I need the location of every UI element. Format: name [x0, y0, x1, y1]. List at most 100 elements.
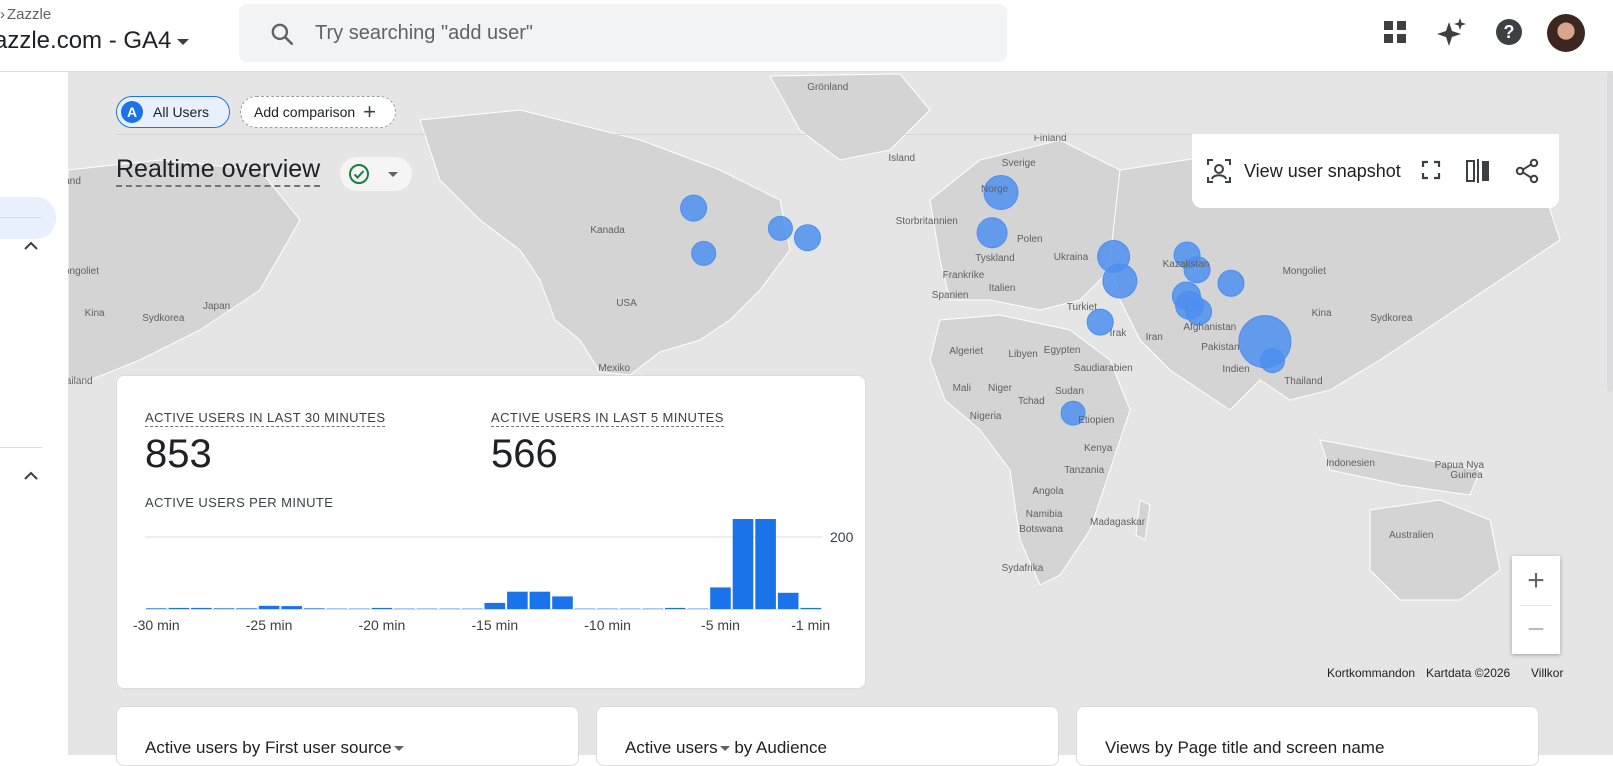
user-location-bubble[interactable] — [1218, 270, 1244, 296]
map-label: Nigeria — [970, 411, 1002, 422]
caret-down-icon[interactable] — [720, 746, 730, 751]
keyboard-shortcuts-link[interactable]: Kortkommandon — [1327, 666, 1415, 680]
map-label: Thailand — [68, 376, 93, 387]
page-title[interactable]: Realtime overview — [116, 155, 320, 187]
caret-down-icon — [388, 172, 398, 177]
report-status-menu[interactable] — [340, 157, 412, 191]
nav-divider — [0, 217, 42, 218]
view-user-snapshot-button[interactable]: View user snapshot — [1244, 161, 1401, 182]
metric-selector[interactable]: Active users — [625, 738, 718, 757]
card-title[interactable]: Active users by Audience — [625, 738, 827, 758]
chart-bar[interactable] — [665, 608, 686, 609]
map-label: Mali — [953, 383, 971, 394]
page-scrollbar[interactable] — [1607, 72, 1613, 392]
breadcrumb-account: Zazzle — [7, 6, 51, 23]
help-icon[interactable]: ? — [1493, 16, 1525, 48]
x-axis-tick-label: -25 min — [246, 617, 293, 633]
map-label: Frankrike — [943, 270, 985, 281]
chart-bar[interactable] — [800, 608, 821, 609]
asia-wrap-shape — [68, 160, 300, 380]
plus-icon: + — [363, 101, 376, 123]
chart-bar[interactable] — [485, 603, 506, 609]
chart-bar[interactable] — [733, 519, 754, 609]
chart-bar[interactable] — [259, 606, 280, 609]
search-icon — [269, 21, 295, 47]
map-label: Italien — [989, 283, 1016, 294]
user-location-bubble[interactable] — [1186, 299, 1212, 325]
add-comparison-button[interactable]: Add comparison + — [240, 96, 396, 128]
chart-bar[interactable] — [710, 587, 731, 609]
chart-bar[interactable] — [552, 596, 573, 609]
share-icon[interactable] — [1514, 158, 1540, 184]
chart-bar[interactable] — [281, 606, 302, 609]
map-label: Kanada — [590, 225, 624, 236]
segment-chip-all-users[interactable]: A All Users — [116, 96, 230, 128]
card-title[interactable]: Active users by First user source — [145, 738, 404, 758]
map-label: Libyen — [1008, 349, 1037, 360]
sparkle-ai-icon[interactable] — [1436, 16, 1468, 48]
property-selector[interactable]: azzle.com - GA4 — [0, 27, 189, 55]
add-comparison-label: Add comparison — [254, 104, 355, 120]
user-location-bubble[interactable] — [681, 195, 707, 221]
map-label: Thailand — [1284, 376, 1322, 387]
map-label: Tyskland — [975, 253, 1014, 264]
compare-columns-icon[interactable] — [1465, 158, 1491, 184]
map-label: Ukraina — [1054, 252, 1088, 263]
map-label: Mongoliet — [68, 266, 99, 277]
nav-item-selected[interactable] — [0, 197, 56, 239]
map-label: Kazakstan — [1163, 259, 1210, 270]
user-location-bubble[interactable] — [1261, 349, 1285, 373]
nav-divider — [0, 447, 42, 448]
chart-bar[interactable] — [214, 608, 235, 609]
map-label: Sydafrika — [1002, 563, 1044, 574]
chart-bar[interactable] — [778, 593, 799, 609]
map-label: Spanien — [932, 290, 969, 301]
chart-bar[interactable] — [146, 608, 167, 609]
x-axis-tick-label: -10 min — [584, 617, 631, 633]
user-location-bubble[interactable] — [692, 241, 716, 265]
map-label: Saudiarabien — [1074, 363, 1133, 374]
search-box[interactable] — [239, 4, 1007, 62]
caret-down-icon[interactable] — [394, 746, 404, 751]
x-axis-tick-label: -5 min — [701, 617, 740, 633]
user-location-bubble[interactable] — [977, 218, 1007, 248]
chart-bar[interactable] — [236, 608, 257, 609]
avatar[interactable] — [1547, 14, 1585, 52]
card-title-suffix: by Audience — [730, 738, 827, 757]
card-title[interactable]: Views by Page title and screen name — [1105, 738, 1384, 758]
report-actions: View user snapshot — [1192, 134, 1559, 208]
user-snapshot-icon[interactable] — [1206, 158, 1232, 184]
caret-down-icon — [177, 39, 189, 45]
dimension-selector[interactable]: First user source — [265, 738, 392, 757]
zoom-in-button[interactable]: + — [1512, 556, 1560, 605]
chart-bar[interactable] — [372, 608, 393, 609]
card-title-prefix: Active users by — [145, 738, 265, 757]
chevron-up-icon[interactable] — [23, 238, 39, 254]
map-label: Norge — [981, 184, 1008, 195]
breadcrumb[interactable]: ›Zazzle — [0, 6, 51, 23]
map-data-attribution: Kartdata ©2026 — [1426, 666, 1510, 680]
x-axis-tick-label: -15 min — [471, 617, 518, 633]
user-location-bubble[interactable] — [768, 216, 792, 240]
user-location-bubble[interactable] — [1103, 264, 1137, 298]
user-location-bubble[interactable] — [795, 225, 821, 251]
chevron-up-icon[interactable] — [23, 468, 39, 484]
chart-bar[interactable] — [507, 592, 528, 609]
map-label: Kina — [85, 308, 105, 319]
chart-bar[interactable] — [191, 608, 212, 609]
north-america-shape — [420, 110, 790, 375]
apps-grid-icon[interactable] — [1379, 16, 1411, 48]
map-label: Botswana — [1019, 524, 1063, 535]
search-input[interactable] — [315, 4, 975, 62]
map-label: Island — [888, 153, 915, 164]
chart-bar[interactable] — [169, 608, 190, 609]
greenland-shape — [770, 74, 930, 160]
segment-badge: A — [121, 101, 143, 123]
terms-link[interactable]: Villkor — [1531, 666, 1563, 680]
card-views-by-page-title: Views by Page title and screen name — [1076, 706, 1539, 766]
chart-bar[interactable] — [304, 608, 325, 609]
chart-bar[interactable] — [755, 519, 776, 609]
zoom-out-button[interactable]: − — [1512, 605, 1560, 654]
fullscreen-icon[interactable] — [1419, 158, 1443, 182]
chart-bar[interactable] — [530, 592, 551, 609]
